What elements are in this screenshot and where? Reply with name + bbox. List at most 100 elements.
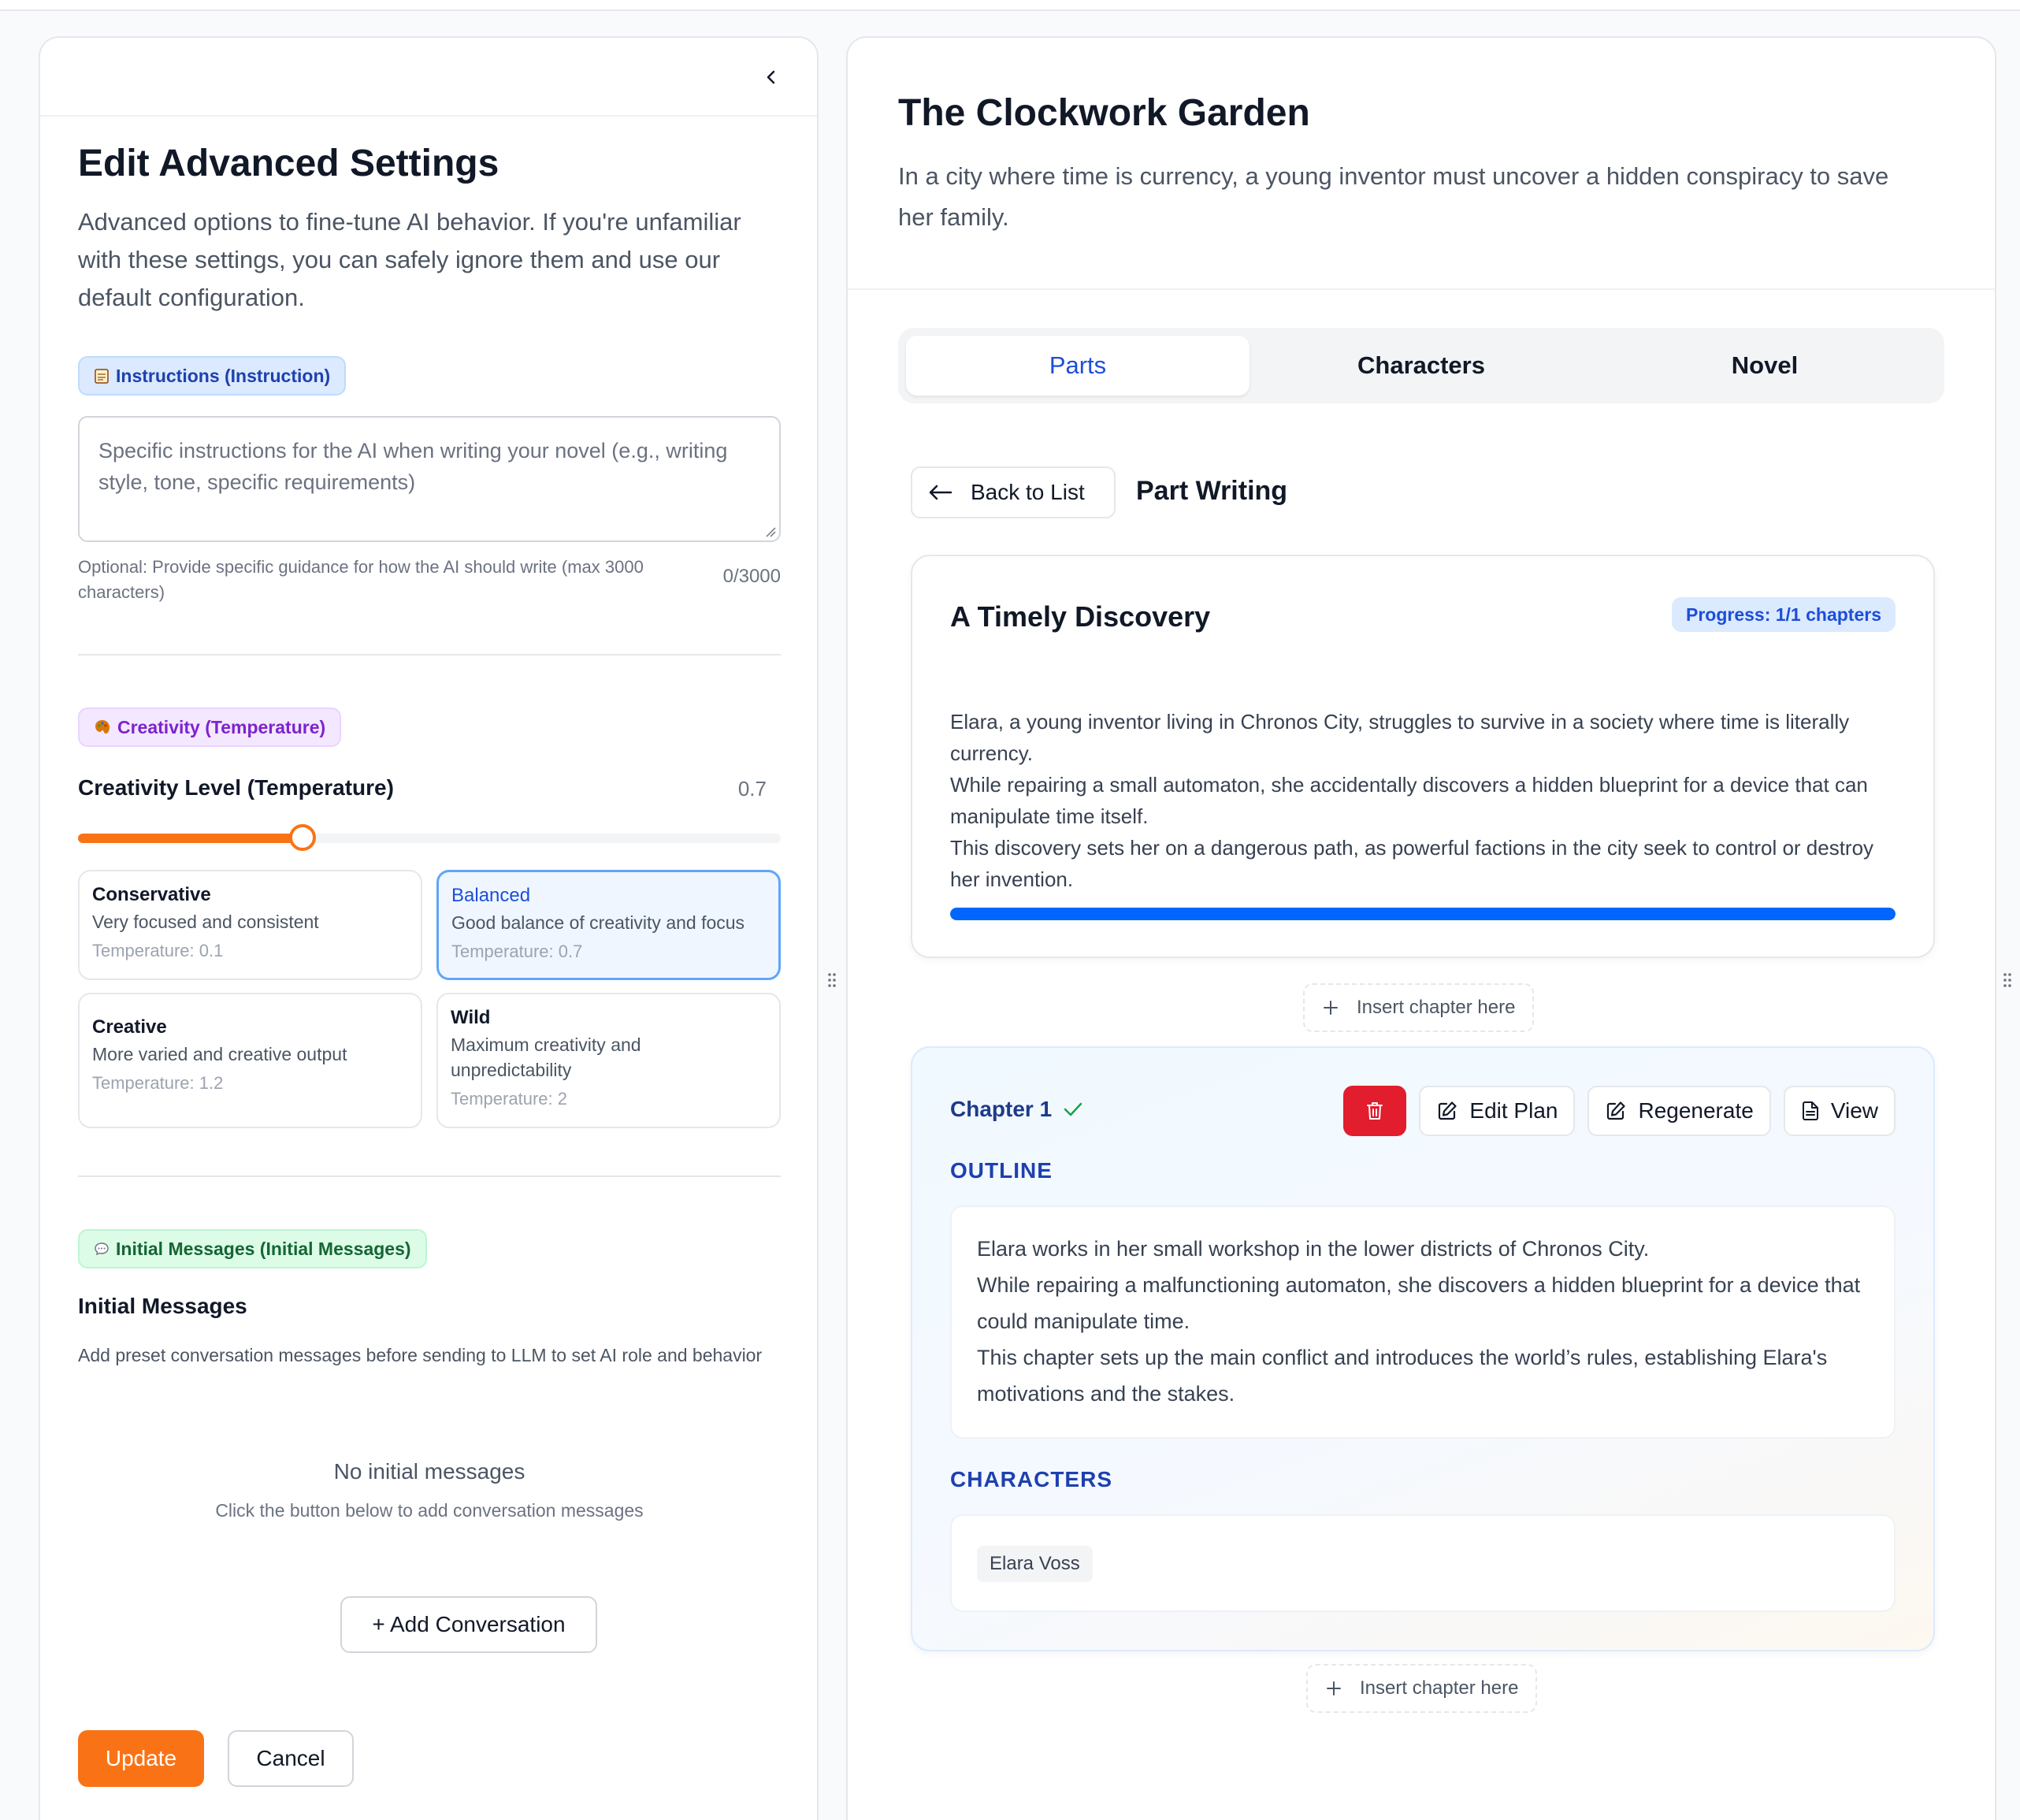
initial-messages-desc: Add preset conversation messages before … <box>78 1345 763 1365</box>
tab-novel[interactable]: Novel <box>1593 336 1936 396</box>
notepad-icon <box>95 369 109 384</box>
option-temp: Temperature: 1.2 <box>92 1073 224 1093</box>
slider-thumb[interactable] <box>289 824 317 851</box>
temperature-slider[interactable] <box>78 824 781 851</box>
novel-title: The Clockwork Garden <box>898 92 1310 134</box>
divider <box>78 654 781 656</box>
instructions-placeholder: Specific instructions for the AI when wr… <box>98 439 728 494</box>
panel-resize-handle[interactable] <box>827 971 837 990</box>
initial-messages-pill: Initial Messages (Initial Messages) <box>78 1229 427 1268</box>
creativity-pill-label: Creativity (Temperature) <box>117 716 326 737</box>
option-wild[interactable]: Wild Maximum creativity and unpredictabi… <box>436 993 781 1128</box>
view-label: View <box>1830 1098 1878 1123</box>
empty-state-desc: Click the button below to add conversati… <box>215 1500 644 1521</box>
characters-label: CHARACTERS <box>950 1467 1112 1491</box>
outline-text: Elara works in her small workshop in the… <box>952 1207 1894 1436</box>
summary-line: This discovery sets her on a dangerous p… <box>950 836 1874 891</box>
novel-description: In a city where time is currency, a youn… <box>898 162 1889 231</box>
grip-icon <box>2003 973 2011 987</box>
outline-box: Elara works in her small workshop in the… <box>950 1205 1896 1439</box>
character-tag[interactable]: Elara Voss <box>977 1546 1093 1582</box>
option-title: Conservative <box>92 884 211 905</box>
tab-characters[interactable]: Characters <box>1250 336 1593 396</box>
option-title: Creative <box>92 1016 167 1038</box>
characters-box: Elara Voss <box>950 1514 1896 1612</box>
arrow-left-icon <box>929 485 952 500</box>
option-creative[interactable]: Creative More varied and creative output… <box>78 993 422 1128</box>
creativity-label: Creativity Level (Temperature) <box>78 775 394 800</box>
plus-icon <box>1324 1001 1338 1015</box>
option-desc: More varied and creative output <box>92 1044 347 1064</box>
panel-resize-handle[interactable] <box>2003 971 2012 990</box>
delete-chapter-button[interactable] <box>1343 1086 1407 1136</box>
outline-line: While repairing a malfunctioning automat… <box>977 1273 1861 1333</box>
edit-plan-label: Edit Plan <box>1469 1098 1558 1123</box>
summary-line: Elara, a young inventor living in Chrono… <box>950 710 1850 765</box>
initial-messages-heading: Initial Messages <box>78 1294 247 1318</box>
edit-plan-button[interactable]: Edit Plan <box>1419 1086 1576 1136</box>
panel-header <box>40 38 817 117</box>
option-conservative[interactable]: Conservative Very focused and consistent… <box>78 870 422 980</box>
temperature-value: 0.7 <box>737 777 767 800</box>
insert-chapter-label: Insert chapter here <box>1360 1677 1519 1699</box>
outline-line: Elara works in her small workshop in the… <box>977 1237 1650 1261</box>
option-title: Balanced <box>451 885 531 906</box>
plus-icon <box>1327 1681 1341 1696</box>
chevron-left-icon <box>767 70 775 84</box>
part-title: A Timely Discovery <box>950 600 1211 633</box>
collapse-panel-button[interactable] <box>754 60 789 95</box>
outline-line: This chapter sets up the main conflict a… <box>977 1346 1828 1406</box>
edit-icon <box>1439 1101 1457 1120</box>
instructions-pill-label: Instructions (Instruction) <box>116 365 331 386</box>
option-temp: Temperature: 2 <box>451 1089 567 1109</box>
add-conversation-button[interactable]: + Add Conversation <box>340 1596 597 1653</box>
instructions-hint: Optional: Provide specific guidance for … <box>78 557 644 602</box>
section-title: Part Writing <box>1136 476 1288 506</box>
option-desc: Maximum creativity and unpredictability <box>451 1034 641 1080</box>
settings-description: Advanced options to fine-tune AI behavio… <box>78 208 741 311</box>
insert-chapter-label: Insert chapter here <box>1357 997 1516 1018</box>
slider-fill <box>78 834 303 843</box>
tab-parts[interactable]: Parts <box>906 336 1250 396</box>
instructions-textarea[interactable]: Specific instructions for the AI when wr… <box>78 416 781 542</box>
option-desc: Good balance of creativity and focus <box>451 912 745 933</box>
option-balanced[interactable]: Balanced Good balance of creativity and … <box>436 870 781 980</box>
update-button[interactable]: Update <box>78 1730 204 1787</box>
chapter-card: Chapter 1 Edit Plan Regenerate View OUTL… <box>911 1046 1935 1651</box>
resize-handle-icon[interactable] <box>763 525 776 537</box>
view-button[interactable]: View <box>1783 1086 1896 1136</box>
creativity-pill: Creativity (Temperature) <box>78 708 342 747</box>
instructions-pill: Instructions (Instruction) <box>78 356 347 396</box>
option-title: Wild <box>451 1007 491 1028</box>
divider <box>78 1176 781 1177</box>
instructions-counter: 0/3000 <box>722 566 781 587</box>
insert-chapter-button[interactable]: Insert chapter here <box>1303 983 1535 1032</box>
regenerate-label: Regenerate <box>1638 1098 1754 1123</box>
empty-state-title: No initial messages <box>333 1459 525 1484</box>
check-icon <box>1064 1102 1082 1116</box>
trash-icon <box>1367 1102 1383 1120</box>
insert-chapter-button[interactable]: Insert chapter here <box>1306 1664 1538 1713</box>
grip-icon <box>828 973 836 987</box>
summary-line: While repairing a small automaton, she a… <box>950 773 1868 828</box>
chapter-title: Chapter 1 <box>950 1097 1053 1121</box>
document-icon <box>1802 1101 1818 1120</box>
part-card: A Timely Discovery Progress: 1/1 chapter… <box>911 555 1935 958</box>
view-tabs: Parts Characters Novel <box>898 328 1944 403</box>
part-summary: Elara, a young inventor living in Chrono… <box>950 706 1903 895</box>
back-to-list-button[interactable]: Back to List <box>911 466 1116 518</box>
novel-panel: The Clockwork Garden In a city where tim… <box>846 36 1996 1820</box>
regenerate-button[interactable]: Regenerate <box>1587 1086 1771 1136</box>
progress-fill <box>950 908 1896 920</box>
edit-icon <box>1607 1101 1626 1120</box>
novel-header: The Clockwork Garden In a city where tim… <box>848 38 1995 290</box>
option-desc: Very focused and consistent <box>92 912 319 932</box>
speech-bubble-icon <box>95 1242 109 1256</box>
cancel-button[interactable]: Cancel <box>228 1730 354 1787</box>
option-temp: Temperature: 0.1 <box>92 941 224 960</box>
advanced-settings-panel: Edit Advanced Settings Advanced options … <box>39 36 819 1820</box>
top-bar <box>0 0 2020 11</box>
outline-label: OUTLINE <box>950 1158 1053 1183</box>
progress-badge: Progress: 1/1 chapters <box>1671 597 1896 632</box>
progress-bar <box>950 908 1896 920</box>
